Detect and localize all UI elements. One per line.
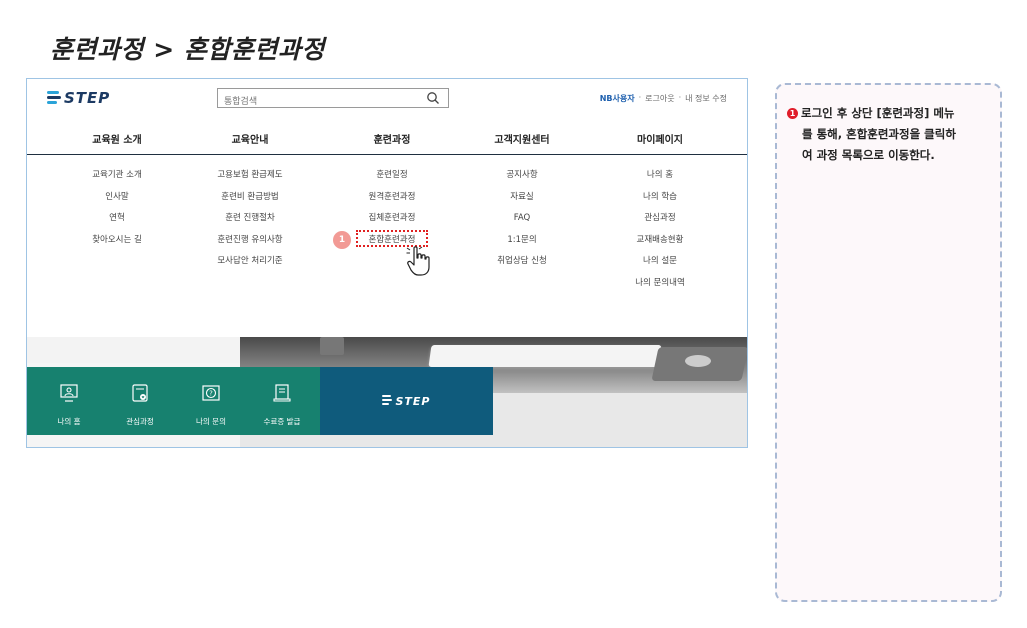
quick-item-home[interactable]: 나의 홈 (44, 383, 94, 427)
submenu-link[interactable]: 공지사항 (457, 169, 587, 191)
hand-cursor-icon (406, 246, 430, 276)
submenu-link[interactable]: 나의 학습 (595, 191, 725, 213)
my-info-link[interactable]: 내 정보 수정 (685, 93, 727, 104)
quick-item-label: 나의 문의 (196, 417, 226, 426)
gnb-item-mypage[interactable]: 마이페이지 (595, 131, 725, 146)
submenu-link[interactable]: 훈련진행 유의사항 (185, 234, 315, 256)
page-title: 훈련과정 > 혼합훈련과정 (50, 35, 325, 64)
quick-item-label: 관심과정 (126, 417, 154, 426)
user-name: NB사용자 (599, 94, 635, 103)
submenu-guide: 고용보험 환급제도 훈련비 환급방법 훈련 진행절차 훈련진행 유의사항 모사답… (185, 169, 315, 277)
submenu-link[interactable]: 자료실 (457, 191, 587, 213)
search-input[interactable] (224, 93, 424, 111)
submenu-link[interactable]: 나의 홈 (595, 169, 725, 191)
submenu-link[interactable]: 나의 문의내역 (595, 277, 725, 299)
svg-text:?: ? (209, 390, 213, 398)
instruction-line: 로그인 후 상단 [훈련과정] 메뉴 (801, 106, 955, 120)
global-nav: 교육원 소개 교육안내 훈련과정 고객지원센터 마이페이지 (27, 123, 747, 155)
submenu-link[interactable]: 교육기관 소개 (52, 169, 182, 191)
submenu-link[interactable]: FAQ (457, 212, 587, 234)
separator: · (678, 93, 682, 102)
submenu-link[interactable]: 고용보험 환급제도 (185, 169, 315, 191)
gnb-item-training[interactable]: 훈련과정 (327, 131, 457, 146)
submenu-link[interactable]: 연혁 (52, 212, 182, 234)
quick-logo-text: STEP (395, 394, 431, 408)
submenu-link[interactable]: 취업상담 신청 (457, 255, 587, 277)
instruction-box: 1 로그인 후 상단 [훈련과정] 메뉴 를 통해, 혼합훈련과정을 클릭하 여 … (775, 83, 1002, 602)
quick-item-certificate[interactable]: 수료증 발급 (257, 383, 307, 427)
quick-item-interest[interactable]: 관심과정 (115, 383, 165, 427)
submenu-link[interactable]: 교재배송현황 (595, 234, 725, 256)
quick-item-inquiry[interactable]: ? 나의 문의 (186, 383, 236, 427)
submenu-link[interactable]: 모사답안 처리기준 (185, 255, 315, 277)
submenu-link[interactable]: 관심과정 (595, 212, 725, 234)
submenu-mypage: 나의 홈 나의 학습 관심과정 교재배송현황 나의 설문 나의 문의내역 (595, 169, 725, 299)
submenu-support: 공지사항 자료실 FAQ 1:1문의 취업상담 신청 (457, 169, 587, 277)
submenu-link[interactable]: 나의 설문 (595, 255, 725, 277)
visual-band (27, 337, 240, 363)
submenu-link[interactable]: 훈련일정 (327, 169, 457, 191)
step-badge: 1 (333, 231, 351, 249)
quick-menu: 나의 홈 관심과정 ? 나의 문의 수료증 발급 (27, 367, 320, 435)
logout-link[interactable]: 로그아웃 (645, 93, 674, 104)
quick-logo: STEP (320, 367, 493, 435)
submenu-link[interactable]: 1:1문의 (457, 234, 587, 256)
submenu-link[interactable]: 훈련 진행절차 (185, 212, 315, 234)
submenu-link[interactable]: 인사말 (52, 191, 182, 213)
monitor-user-icon (60, 384, 78, 402)
instruction-number: 1 (787, 108, 798, 119)
search-icon[interactable] (426, 91, 440, 105)
certificate-icon (273, 384, 291, 402)
separator: · (638, 93, 642, 102)
heart-board-icon (132, 384, 148, 402)
gnb-item-support[interactable]: 고객지원센터 (457, 131, 587, 146)
screenshot-frame: STEP NB사용자 · 로그아웃 · 내 정보 수정 교육원 소개 교육안내 … (26, 78, 748, 448)
top-bar: STEP NB사용자 · 로그아웃 · 내 정보 수정 (27, 79, 747, 119)
instruction-text: 1 로그인 후 상단 [훈련과정] 메뉴 를 통해, 혼합훈련과정을 클릭하 여 … (787, 103, 997, 166)
utility-links: NB사용자 · 로그아웃 · 내 정보 수정 (600, 93, 727, 104)
submenu-link[interactable]: 원격훈련과정 (327, 191, 457, 213)
submenu-about: 교육기관 소개 인사말 연혁 찾아오시는 길 (52, 169, 182, 255)
site-logo[interactable]: STEP (47, 89, 110, 107)
quick-item-label: 수료증 발급 (263, 417, 301, 426)
step-logo-icon (382, 394, 393, 408)
search-box[interactable] (217, 88, 449, 111)
logo-text: STEP (64, 89, 111, 107)
quick-item-label: 나의 홈 (57, 417, 81, 426)
gnb-item-guide[interactable]: 교육안내 (185, 131, 315, 146)
step-logo-icon (47, 89, 61, 107)
instruction-line: 를 통해, 혼합훈련과정을 클릭하 (802, 127, 956, 141)
instruction-line: 여 과정 목록으로 이동한다. (802, 148, 935, 162)
question-book-icon: ? (202, 385, 220, 401)
submenu-link[interactable]: 찾아오시는 길 (52, 234, 182, 256)
gnb-item-about[interactable]: 교육원 소개 (52, 131, 182, 146)
submenu-link[interactable]: 훈련비 환급방법 (185, 191, 315, 213)
